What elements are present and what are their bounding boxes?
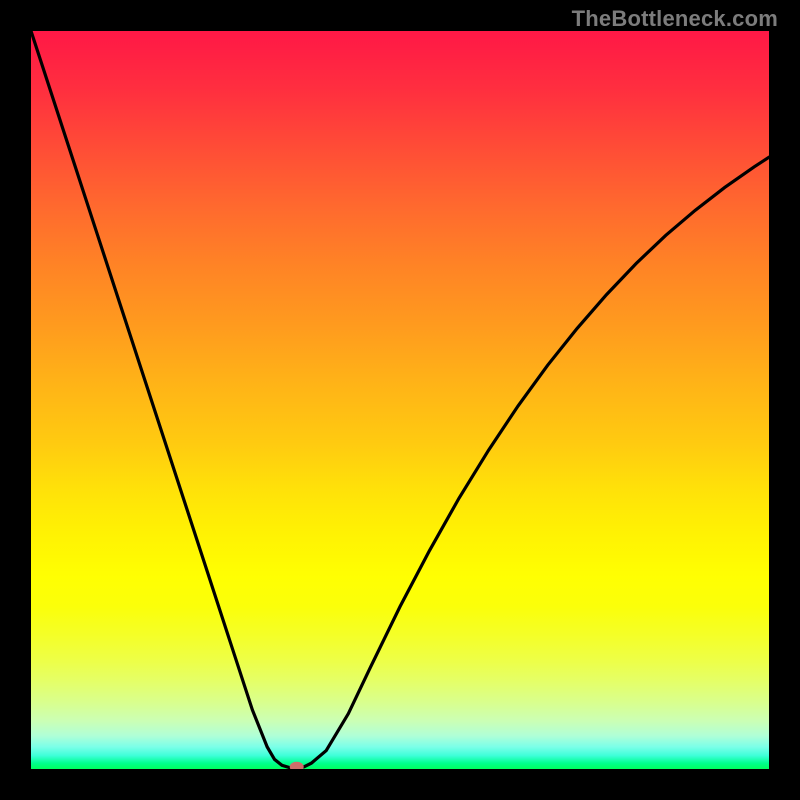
curve-svg bbox=[31, 31, 769, 769]
chart-container: TheBottleneck.com bbox=[0, 0, 800, 800]
optimum-marker bbox=[290, 762, 304, 769]
bottleneck-curve bbox=[31, 31, 769, 768]
plot-area bbox=[31, 31, 769, 769]
watermark-text: TheBottleneck.com bbox=[572, 6, 778, 32]
